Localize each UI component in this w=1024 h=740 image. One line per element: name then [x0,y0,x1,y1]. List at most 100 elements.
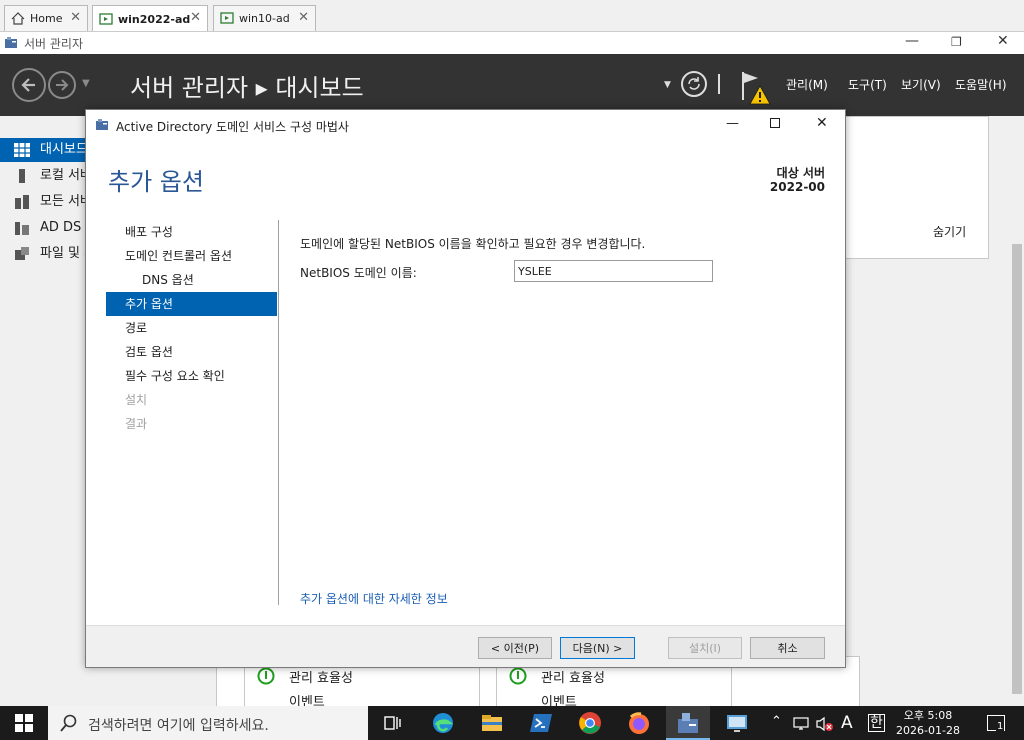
firefox-icon[interactable] [627,711,651,735]
ime-mode[interactable]: 한 [868,714,885,732]
windows-start-icon[interactable] [15,714,33,732]
menu-view[interactable]: 보기(V) [901,76,941,93]
arrow-left-icon [21,78,35,92]
nav-item-installation: 설치 [125,393,148,407]
previous-button[interactable]: < 이전(P) [478,637,552,659]
server-manager-header: ▼ 서버 관리자 ▸ 대시보드 ▼ 관리(M) 도구(T) 보기(V) 도움말(… [0,54,1024,116]
search-icon [60,714,77,732]
notifications-button[interactable] [740,70,772,106]
sidebar-item-local-server[interactable]: 로컬 서버 [0,164,86,188]
wizard-titlebar: Active Directory 도메인 서비스 구성 마법사 — ✕ [86,110,845,140]
page-description: 도메인에 할당된 NetBIOS 이름을 확인하고 필요한 경우 변경합니다. [300,237,646,251]
vm-console-icon [220,12,234,24]
netbios-label: NetBIOS 도메인 이름: [300,266,417,280]
wizard-title: Active Directory 도메인 서비스 구성 마법사 [116,120,349,134]
close-icon[interactable]: ✕ [298,10,309,25]
notification-center-icon[interactable]: 1 [987,715,1005,732]
edge-icon[interactable] [431,711,455,735]
sidebar-item-label: 모든 서버 [40,194,86,209]
storage-icon [15,247,29,260]
wizard-nav: 배포 구성 도메인 컨트롤러 옵션 DNS 옵션 추가 옵션 경로 검토 옵션 … [106,220,277,436]
back-button[interactable] [12,68,46,102]
arrow-right-icon [56,79,69,91]
sidebar-item-file-storage[interactable]: 파일 및 저장소 서비스 [0,242,86,266]
vm-console-icon [99,12,113,25]
sidebar-item-label: 파일 및 저장소 서비스 [40,246,86,261]
volume-muted-icon[interactable] [816,716,834,732]
close-icon[interactable]: ✕ [816,115,828,131]
target-server-label: 대상 서버 [776,166,825,180]
cancel-button[interactable]: 취소 [750,637,825,659]
nav-item-prerequisites-check[interactable]: 필수 구성 요소 확인 [106,364,277,388]
close-icon[interactable]: ✕ [70,10,81,25]
more-info-link[interactable]: 추가 옵션에 대한 자세한 정보 [300,590,448,607]
history-dropdown-icon[interactable]: ▼ [82,78,90,89]
nav-item-dns-options[interactable]: DNS 옵션 [106,268,277,292]
ad-ds-icon [15,222,29,235]
netbios-domain-name-field[interactable] [514,260,713,282]
chrome-icon[interactable] [578,711,602,735]
flag-warning-icon [742,72,771,105]
remote-desktop-icon[interactable] [725,711,749,735]
home-icon [11,12,25,25]
close-icon[interactable]: ✕ [190,10,201,25]
nav-item-dc-options[interactable]: 도메인 컨트롤러 옵션 [106,244,277,268]
vertical-scrollbar[interactable] [1010,116,1024,706]
menu-help[interactable]: 도움말(H) [955,76,1007,93]
check-circle-icon [509,667,527,685]
ad-ds-config-wizard: Active Directory 도메인 서비스 구성 마법사 — ✕ 추가 옵… [85,109,846,668]
chevron-down-icon[interactable]: ▼ [664,80,671,90]
refresh-button[interactable] [681,71,707,97]
tile-status: 관리 효율성 [289,671,353,686]
minimize-icon[interactable]: — [905,33,919,49]
forward-button[interactable] [48,71,76,99]
sidebar-item-all-servers[interactable]: 모든 서버 [0,190,86,214]
sidebar-item-dashboard[interactable]: 대시보드 [0,138,86,162]
restore-icon[interactable]: ❐ [951,35,962,49]
hide-link[interactable]: 숨기기 [933,223,966,240]
refresh-icon [688,77,700,90]
network-icon[interactable] [793,716,811,732]
nav-item-deployment-config[interactable]: 배포 구성 [106,220,277,244]
nav-divider [278,220,279,605]
vm-tab-strip: Home ✕ win2022-ad ✕ win10-ad ✕ [0,0,1024,32]
maximize-icon[interactable] [770,118,780,128]
clock-time: 오후 5:08 [903,709,953,722]
vm-tab-win10-ad[interactable]: win10-ad ✕ [213,5,316,31]
nav-item-additional-options[interactable]: 추가 옵션 [106,292,277,316]
next-button[interactable]: 다음(N) > [560,637,635,659]
menu-manage[interactable]: 관리(M) [786,76,828,93]
install-button: 설치(I) [668,637,742,659]
server-manager-sidebar: 대시보드 로컬 서버 모든 서버 AD DS 파일 및 저장소 서비스 [0,116,86,706]
search-placeholder: 검색하려면 여기에 입력하세요. [88,718,269,734]
taskbar: 검색하려면 여기에 입력하세요. ⌃ A 한 오후 5:08 2026-01-2… [0,706,1024,740]
nav-item-review-options[interactable]: 검토 옵션 [106,340,277,364]
system-clock[interactable]: 오후 5:08 2026-01-28 [893,708,963,738]
server-manager-app-icon [5,37,17,48]
menu-tools[interactable]: 도구(T) [848,76,887,93]
vm-tab-win2022-ad[interactable]: win2022-ad ✕ [92,5,208,32]
vm-tab-home[interactable]: Home ✕ [4,5,88,31]
page-title: 서버 관리자 ▸ 대시보드 [130,74,364,102]
powershell-icon[interactable] [529,711,553,735]
file-explorer-icon[interactable] [480,711,504,735]
target-server-value: 2022-00 [769,180,825,194]
clock-date: 2026-01-28 [896,724,960,737]
server-manager-app-icon [678,713,698,733]
nav-item-results: 결과 [125,417,148,431]
sidebar-item-label: 대시보드 [40,142,86,157]
divider [718,74,720,94]
minimize-icon[interactable]: — [726,116,739,131]
taskbar-server-manager[interactable] [666,706,710,740]
sidebar-item-ad-ds[interactable]: AD DS [0,216,86,240]
wizard-footer: < 이전(P) 다음(N) > 설치(I) 취소 [86,625,845,667]
chevron-up-icon[interactable]: ⌃ [771,714,782,729]
scrollbar-thumb[interactable] [1012,244,1022,694]
task-view-icon[interactable] [380,711,404,735]
nav-item-paths[interactable]: 경로 [106,316,277,340]
input-language[interactable]: A [841,713,853,733]
wizard-app-icon [96,119,108,130]
server-icon [19,169,25,183]
close-icon[interactable]: ✕ [997,33,1009,49]
taskbar-search-box[interactable]: 검색하려면 여기에 입력하세요. [48,706,368,740]
